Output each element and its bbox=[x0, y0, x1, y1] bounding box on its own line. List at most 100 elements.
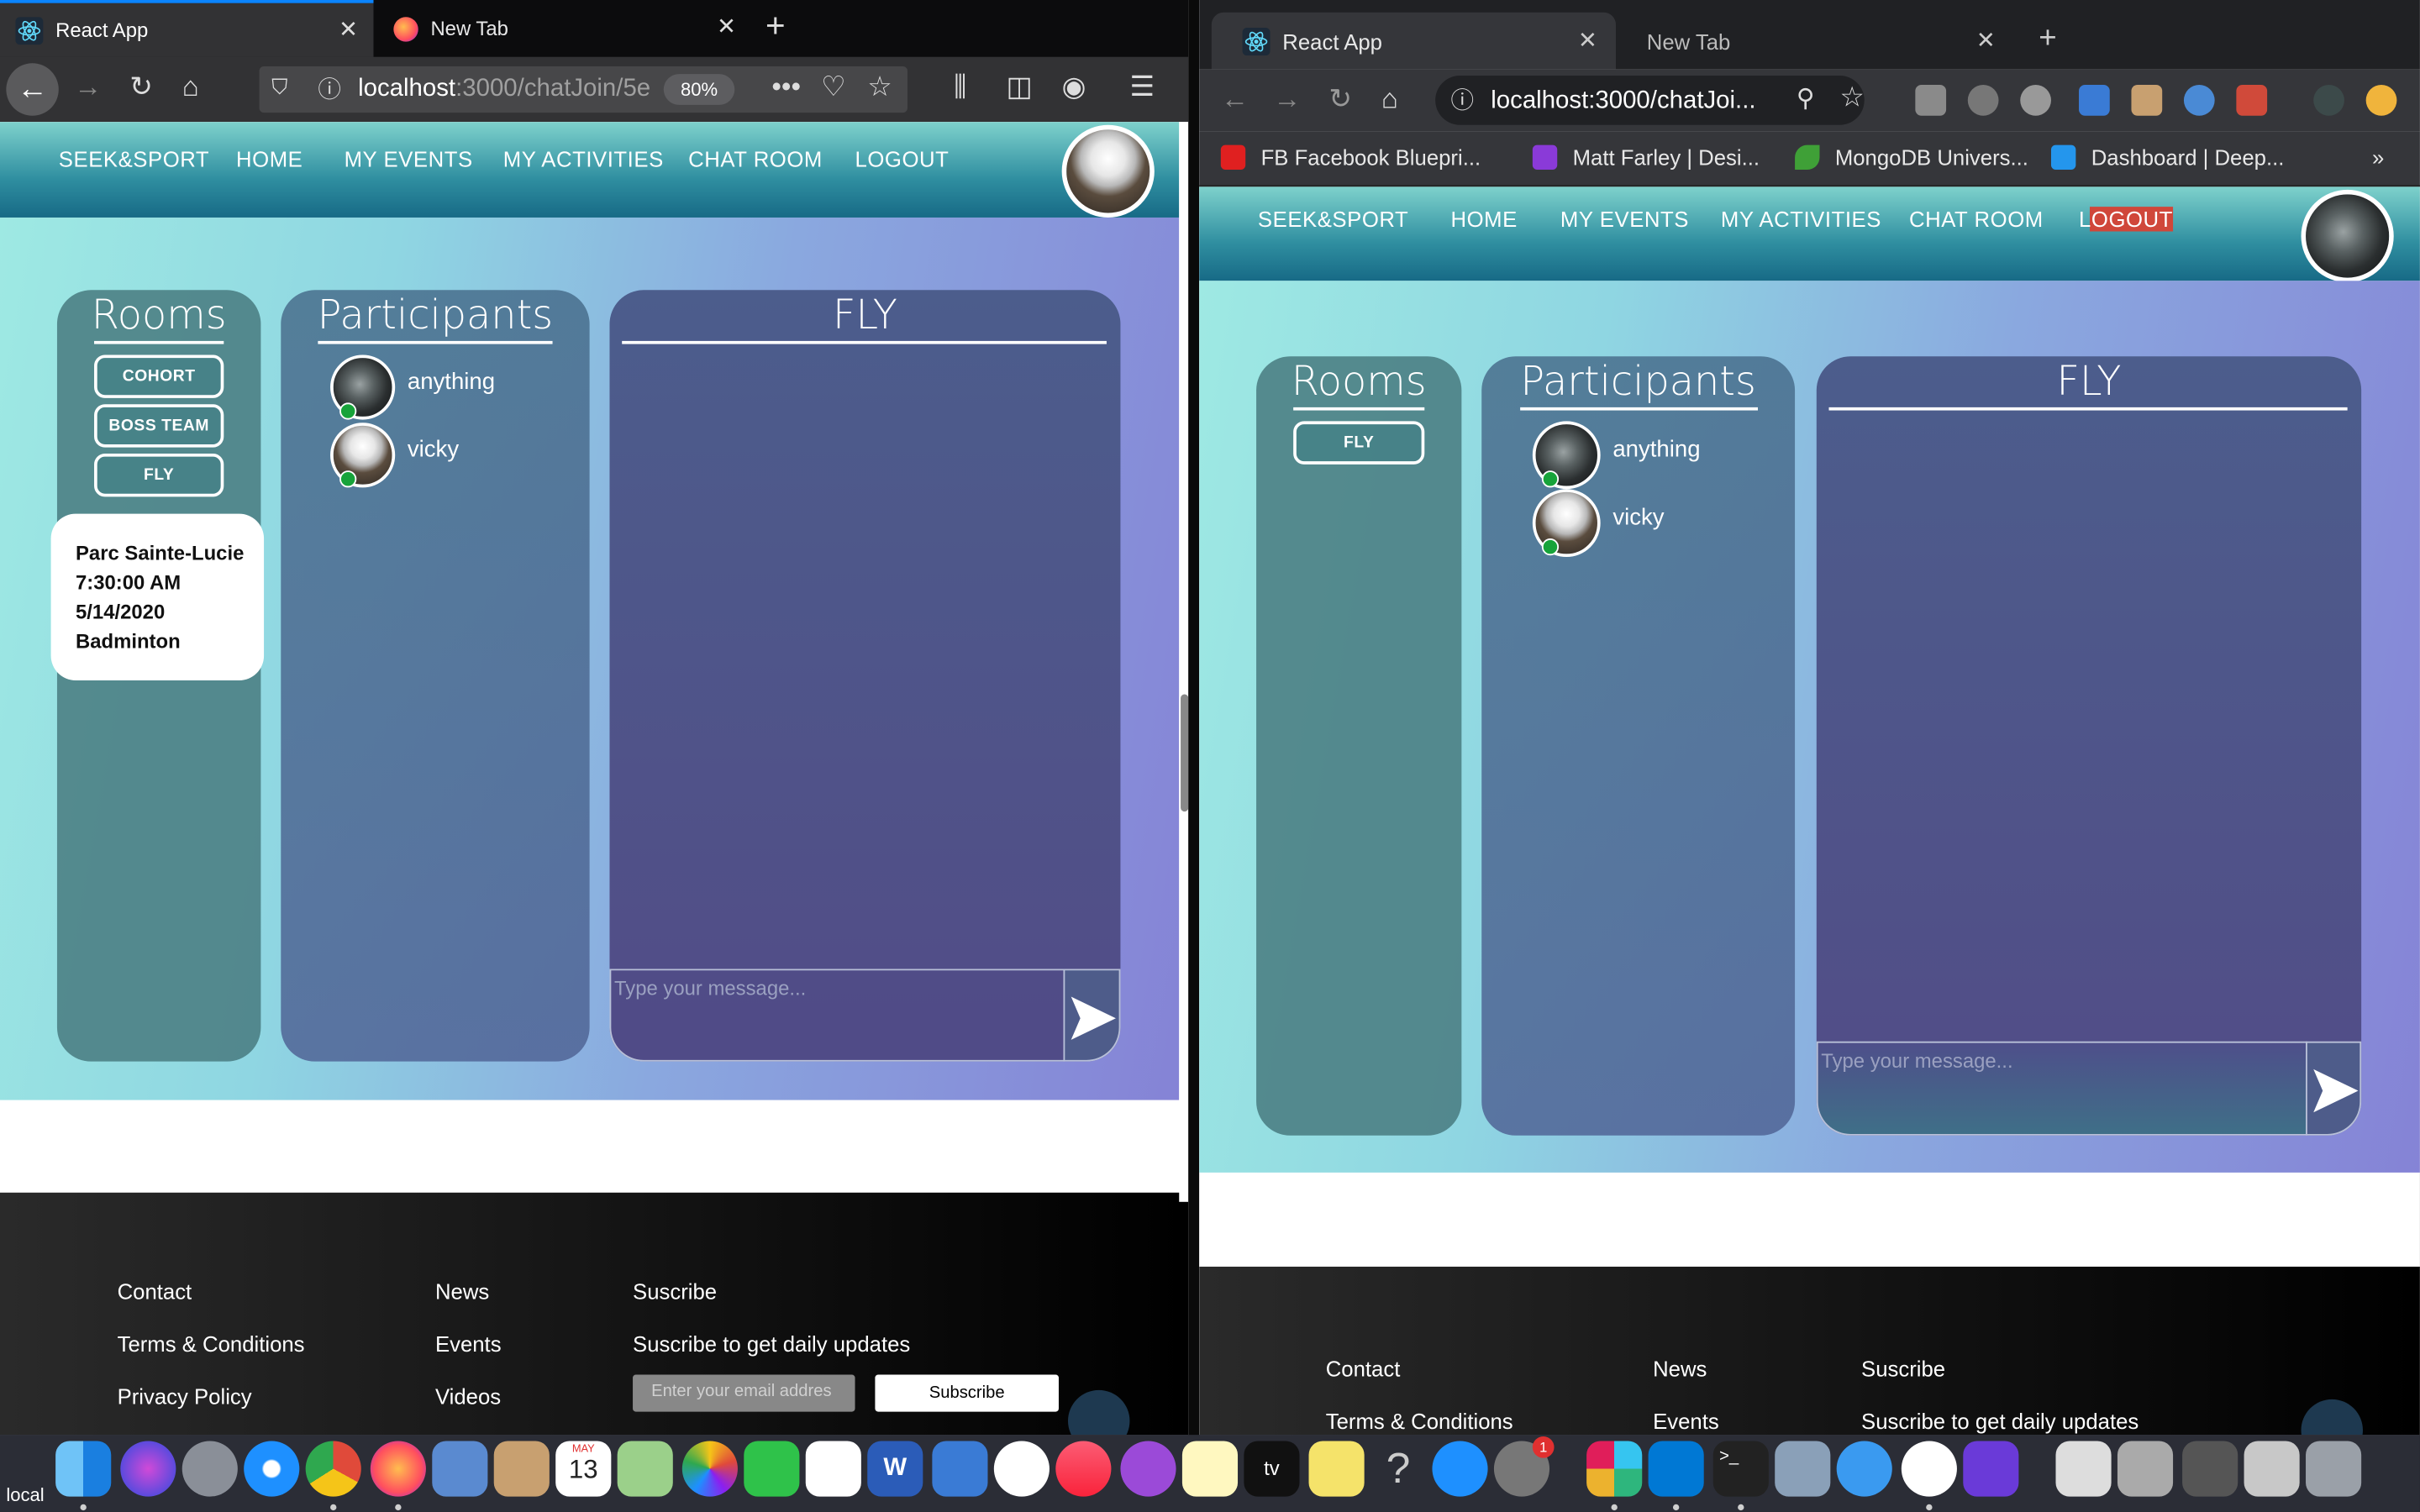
send-button[interactable] bbox=[1063, 969, 1121, 1062]
trash-icon[interactable] bbox=[2306, 1441, 2362, 1497]
new-tab-plus-icon[interactable]: + bbox=[765, 6, 786, 46]
js-extension-icon[interactable] bbox=[1915, 85, 1947, 116]
mongodb-compass-icon[interactable] bbox=[1901, 1441, 1957, 1497]
room-button-fly[interactable]: FLY bbox=[94, 453, 224, 497]
back-arrow-icon[interactable]: ← bbox=[1221, 83, 1249, 116]
footer-link-contact[interactable]: Contact bbox=[1326, 1356, 1401, 1380]
word-icon[interactable]: W bbox=[867, 1441, 923, 1497]
stickies-icon[interactable] bbox=[1308, 1441, 1365, 1497]
chat-widget-icon[interactable] bbox=[2301, 1399, 2363, 1436]
extension-icon[interactable] bbox=[1967, 85, 1999, 116]
photos-icon[interactable] bbox=[681, 1441, 738, 1497]
forward-arrow-icon[interactable]: → bbox=[74, 71, 102, 103]
imovie-icon[interactable] bbox=[1963, 1441, 2019, 1497]
bookmark-mongodb[interactable]: MongoDB Univers... bbox=[1795, 144, 2028, 171]
participant-item[interactable]: anything bbox=[330, 354, 495, 420]
extension-icon[interactable] bbox=[2183, 85, 2215, 116]
email-input[interactable]: Enter your email addres bbox=[633, 1374, 855, 1412]
messages-icon[interactable] bbox=[1836, 1441, 1892, 1497]
maps-icon[interactable] bbox=[617, 1441, 673, 1497]
chrome-tab-react-app[interactable]: React App ✕ bbox=[1211, 12, 1617, 70]
window-divider[interactable] bbox=[1188, 0, 1200, 1436]
png-file-icon[interactable] bbox=[2055, 1441, 2112, 1497]
downloads-stack-icon[interactable] bbox=[2244, 1441, 2300, 1497]
hamburger-menu-icon[interactable]: ☰ bbox=[1129, 71, 1155, 103]
page-scrollbar-thumb[interactable] bbox=[1181, 694, 1189, 812]
app-store-icon[interactable] bbox=[1432, 1441, 1488, 1497]
bookmark-dashboard[interactable]: Dashboard | Deep... bbox=[2050, 144, 2284, 171]
home-icon[interactable]: ⌂ bbox=[182, 71, 199, 103]
help-question-icon[interactable]: ? bbox=[1370, 1441, 1426, 1496]
extension-icon[interactable] bbox=[2236, 85, 2268, 116]
firefox-tab-new-tab[interactable]: New Tab ✕ bbox=[378, 0, 751, 57]
chat-widget-icon[interactable] bbox=[1067, 1389, 1130, 1436]
footer-link-events[interactable]: Events bbox=[435, 1331, 502, 1356]
finder-icon[interactable] bbox=[55, 1441, 112, 1497]
screenshot-stack-icon[interactable] bbox=[2182, 1441, 2238, 1497]
footer-link-contact[interactable]: Contact bbox=[118, 1279, 192, 1304]
siri-icon[interactable] bbox=[120, 1441, 176, 1497]
shield-icon[interactable]: ⛉ bbox=[271, 74, 287, 100]
nav-logout[interactable]: LOGOUT bbox=[2079, 207, 2173, 232]
info-icon[interactable]: ⓘ bbox=[1450, 83, 1474, 116]
document-stack-icon[interactable] bbox=[2117, 1441, 2174, 1497]
library-icon[interactable]: ⫼ bbox=[954, 71, 966, 103]
bookmark-star-icon[interactable]: ☆ bbox=[867, 71, 892, 103]
vscode-icon[interactable] bbox=[1648, 1441, 1704, 1497]
bookmark-facebook-blueprint[interactable]: FB Facebook Bluepri... bbox=[1220, 144, 1481, 171]
music-icon[interactable] bbox=[1055, 1441, 1112, 1497]
terminal-icon[interactable]: >_ bbox=[1712, 1441, 1769, 1497]
close-tab-icon[interactable]: ✕ bbox=[339, 15, 358, 43]
bookmark-matt-farley[interactable]: Matt Farley | Desi... bbox=[1532, 144, 1760, 171]
news-icon[interactable] bbox=[993, 1441, 1050, 1497]
contacts-icon[interactable] bbox=[493, 1441, 550, 1497]
room-button-cohort[interactable]: COHORT bbox=[94, 354, 224, 398]
footer-link-privacy[interactable]: Privacy Policy bbox=[118, 1384, 252, 1409]
zoom-level-badge[interactable]: 80% bbox=[663, 74, 735, 105]
keynote-icon[interactable] bbox=[932, 1441, 988, 1497]
participant-item[interactable]: anything bbox=[1532, 421, 1701, 490]
brand-link[interactable]: SEEK&SPORT bbox=[59, 146, 209, 171]
home-icon[interactable]: ⌂ bbox=[1381, 83, 1398, 116]
firefox-icon[interactable] bbox=[370, 1441, 426, 1497]
footer-link-news[interactable]: News bbox=[1653, 1356, 1707, 1380]
preview-icon[interactable] bbox=[432, 1441, 488, 1497]
back-arrow-icon[interactable]: ← bbox=[6, 63, 59, 116]
nav-home[interactable]: HOME bbox=[1450, 207, 1517, 231]
nav-my-events[interactable]: MY EVENTS bbox=[1560, 207, 1689, 231]
nav-my-activities[interactable]: MY ACTIVITIES bbox=[1721, 207, 1881, 231]
extension-icon[interactable] bbox=[2131, 85, 2163, 116]
nav-logout[interactable]: LOGOUT bbox=[855, 146, 950, 171]
message-input[interactable]: Type your message... bbox=[1816, 1041, 2307, 1136]
footer-link-terms[interactable]: Terms & Conditions bbox=[118, 1331, 305, 1356]
participant-item[interactable]: vicky bbox=[1532, 489, 1665, 558]
image-capture-icon[interactable] bbox=[1775, 1441, 1831, 1497]
extension-icon[interactable] bbox=[2313, 85, 2344, 116]
room-button-fly[interactable]: FLY bbox=[1293, 421, 1425, 465]
notes-icon[interactable] bbox=[1181, 1441, 1239, 1497]
close-tab-icon[interactable]: ✕ bbox=[1976, 26, 1996, 54]
account-icon[interactable]: ◉ bbox=[1062, 71, 1086, 103]
extension-icon[interactable] bbox=[2079, 85, 2110, 116]
firefox-url-bar[interactable]: ⛉ ⓘ localhost:3000/chatJoin/5e 80% ••• ♡… bbox=[259, 66, 908, 113]
forward-arrow-icon[interactable]: → bbox=[1273, 83, 1301, 116]
podcasts-icon[interactable] bbox=[1120, 1441, 1176, 1497]
room-button-boss-team[interactable]: BOSS TEAM bbox=[94, 404, 224, 448]
extension-icon[interactable] bbox=[2020, 85, 2051, 116]
system-preferences-icon[interactable]: 1 bbox=[1493, 1436, 1555, 1497]
nav-chat-room[interactable]: CHAT ROOM bbox=[1909, 207, 2044, 231]
user-avatar[interactable] bbox=[2301, 189, 2394, 283]
nav-home[interactable]: HOME bbox=[236, 146, 302, 171]
nav-chat-room[interactable]: CHAT ROOM bbox=[688, 146, 823, 171]
reload-icon[interactable]: ↻ bbox=[129, 71, 153, 103]
close-tab-icon[interactable]: ✕ bbox=[1578, 26, 1597, 54]
nav-my-events[interactable]: MY EVENTS bbox=[345, 146, 473, 171]
footer-link-news[interactable]: News bbox=[435, 1279, 489, 1304]
close-tab-icon[interactable]: ✕ bbox=[717, 13, 736, 40]
footer-link-videos[interactable]: Videos bbox=[435, 1384, 501, 1409]
apple-tv-icon[interactable]: tv bbox=[1244, 1441, 1300, 1497]
participant-item[interactable]: vicky bbox=[330, 423, 459, 488]
numbers-icon[interactable] bbox=[805, 1441, 861, 1497]
message-input[interactable]: Type your message... bbox=[609, 969, 1065, 1062]
brand-link[interactable]: SEEK&SPORT bbox=[1258, 207, 1408, 231]
